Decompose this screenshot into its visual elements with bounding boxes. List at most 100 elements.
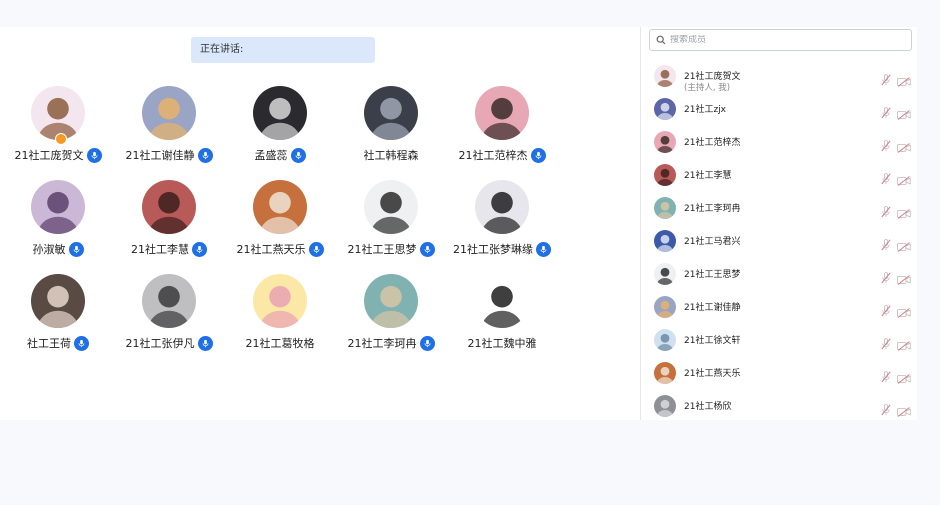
member-row[interactable]: 21社工范梓杰 [641,129,918,159]
member-row[interactable]: 21社工马君兴 [641,228,918,258]
member-row[interactable]: 21社工徐文轩 [641,327,918,357]
camera-off-icon[interactable] [897,138,911,153]
camera-off-icon[interactable] [897,105,911,120]
member-name: 21社工谢佳静 [684,303,741,313]
mic-on-icon [536,241,551,257]
participant-avatar [142,86,196,140]
participant-name: 21社工张梦琳缘 [453,243,533,256]
participant-avatar [142,180,196,234]
camera-off-icon[interactable] [897,303,911,318]
member-row[interactable]: 21社工王思梦 [641,261,918,291]
participant-tile[interactable]: 21社工张伊凡 [114,274,224,354]
mic-on-icon [192,241,207,257]
participant-tile[interactable]: 21社工李珂冉 [336,274,446,354]
member-avatar [654,131,676,153]
camera-off-icon[interactable] [897,270,911,285]
participant-tile[interactable]: 21社工李慧 [114,180,224,260]
participant-avatar [253,274,307,328]
camera-off-icon[interactable] [897,204,911,219]
mic-on-icon [197,147,213,163]
member-name: 21社工燕天乐 [684,369,741,379]
member-row[interactable]: 21社工燕天乐 [641,360,918,390]
member-name: 21社工杨欣 [684,402,732,412]
participant-tile[interactable]: 孙淑敏 [3,180,113,260]
mic-on-icon [290,147,306,163]
mic-muted-icon[interactable] [881,269,891,284]
participant-name: 21社工庞贺文 [14,149,84,162]
participant-avatar [475,180,529,234]
participant-tile[interactable]: 社工韩程森 [336,86,446,166]
member-row[interactable]: 21社工zjx [641,96,918,126]
member-name: 21社工李慧 [684,171,732,181]
mic-muted-icon[interactable] [881,170,891,185]
member-role: (主持人, 我) [684,83,731,93]
mic-muted-icon[interactable] [881,335,891,350]
camera-off-icon[interactable] [897,369,911,384]
participant-name: 社工王荷 [27,337,71,350]
member-avatar [654,98,676,120]
participant-name: 21社工张伊凡 [125,337,195,350]
mic-on-icon [197,335,213,351]
participant-name: 21社工魏中雅 [467,337,537,350]
mic-muted-icon[interactable] [881,236,891,251]
participant-tile[interactable]: 孟盛蕊 [225,86,335,166]
host-badge-icon [55,133,67,145]
member-row[interactable]: 21社工杨欣 [641,393,918,423]
mic-on-icon [530,147,546,163]
mic-on-icon [419,335,435,351]
member-row[interactable]: 21社工谢佳静 [641,294,918,324]
participant-tile[interactable]: 21社工谢佳静 [114,86,224,166]
mic-on-icon [419,241,435,257]
camera-off-icon[interactable] [897,402,911,417]
member-row[interactable]: 21社工庞贺文 (主持人, 我) [641,63,918,93]
member-name: 21社工徐文轩 [684,336,741,346]
camera-off-icon[interactable] [897,171,911,186]
participant-tile[interactable]: 21社工魏中雅 [447,274,557,354]
mic-on-icon [308,241,324,257]
member-name: 21社工zjx [684,105,727,115]
mic-muted-icon[interactable] [881,368,891,383]
mic-muted-icon[interactable] [881,104,891,119]
participant-tile[interactable]: 21社工王思梦 [336,180,446,260]
member-avatar [654,197,676,219]
mic-muted-icon[interactable] [881,203,891,218]
member-avatar [654,395,676,417]
member-avatar [654,362,676,384]
member-name: 21社工王思梦 [684,270,741,280]
participant-avatar [31,180,85,234]
camera-off-icon[interactable] [897,72,911,87]
participant-name: 孟盛蕊 [254,149,288,162]
member-row[interactable]: 21社工李珂冉 [641,195,918,225]
mic-muted-icon[interactable] [881,71,891,86]
participant-avatar [475,86,529,140]
member-avatar [654,65,676,87]
mic-muted-icon[interactable] [881,302,891,317]
mic-muted-icon[interactable] [881,137,891,152]
search-icon [656,35,666,45]
participant-avatar [253,180,307,234]
participant-tile[interactable]: 社工王荷 [3,274,113,354]
participant-tile[interactable]: 21社工张梦琳缘 [447,180,557,260]
member-avatar [654,164,676,186]
member-sidebar: 21社工庞贺文(主持人, 我) 21社工zjx 21社工范梓杰 21社工李慧 21社工李… [640,27,917,420]
member-search-input[interactable] [670,35,890,45]
member-search-box[interactable] [649,29,912,51]
participant-avatar [364,274,418,328]
participant-tile[interactable]: 21社工葛牧格 [225,274,335,354]
camera-off-icon[interactable] [897,237,911,252]
participant-tile[interactable]: 21社工庞贺文 [3,86,113,166]
participant-avatar [31,274,85,328]
participant-avatar [31,86,85,140]
video-grid-area: 正在讲话: 21社工庞贺文 21社工谢佳静 孟盛蕊 社工韩程森 21社工范梓杰 孙淑敏 21… [0,27,640,420]
member-row[interactable]: 21社工李慧 [641,162,918,192]
participant-tile[interactable]: 21社工范梓杰 [447,86,557,166]
participant-name: 21社工范梓杰 [458,149,528,162]
participant-avatar [253,86,307,140]
camera-off-icon[interactable] [897,336,911,351]
participant-avatar [364,86,418,140]
participant-name: 21社工王思梦 [347,243,417,256]
member-avatar [654,263,676,285]
participant-tile[interactable]: 21社工燕天乐 [225,180,335,260]
mic-muted-icon[interactable] [881,401,891,416]
participant-name: 21社工葛牧格 [245,337,315,350]
